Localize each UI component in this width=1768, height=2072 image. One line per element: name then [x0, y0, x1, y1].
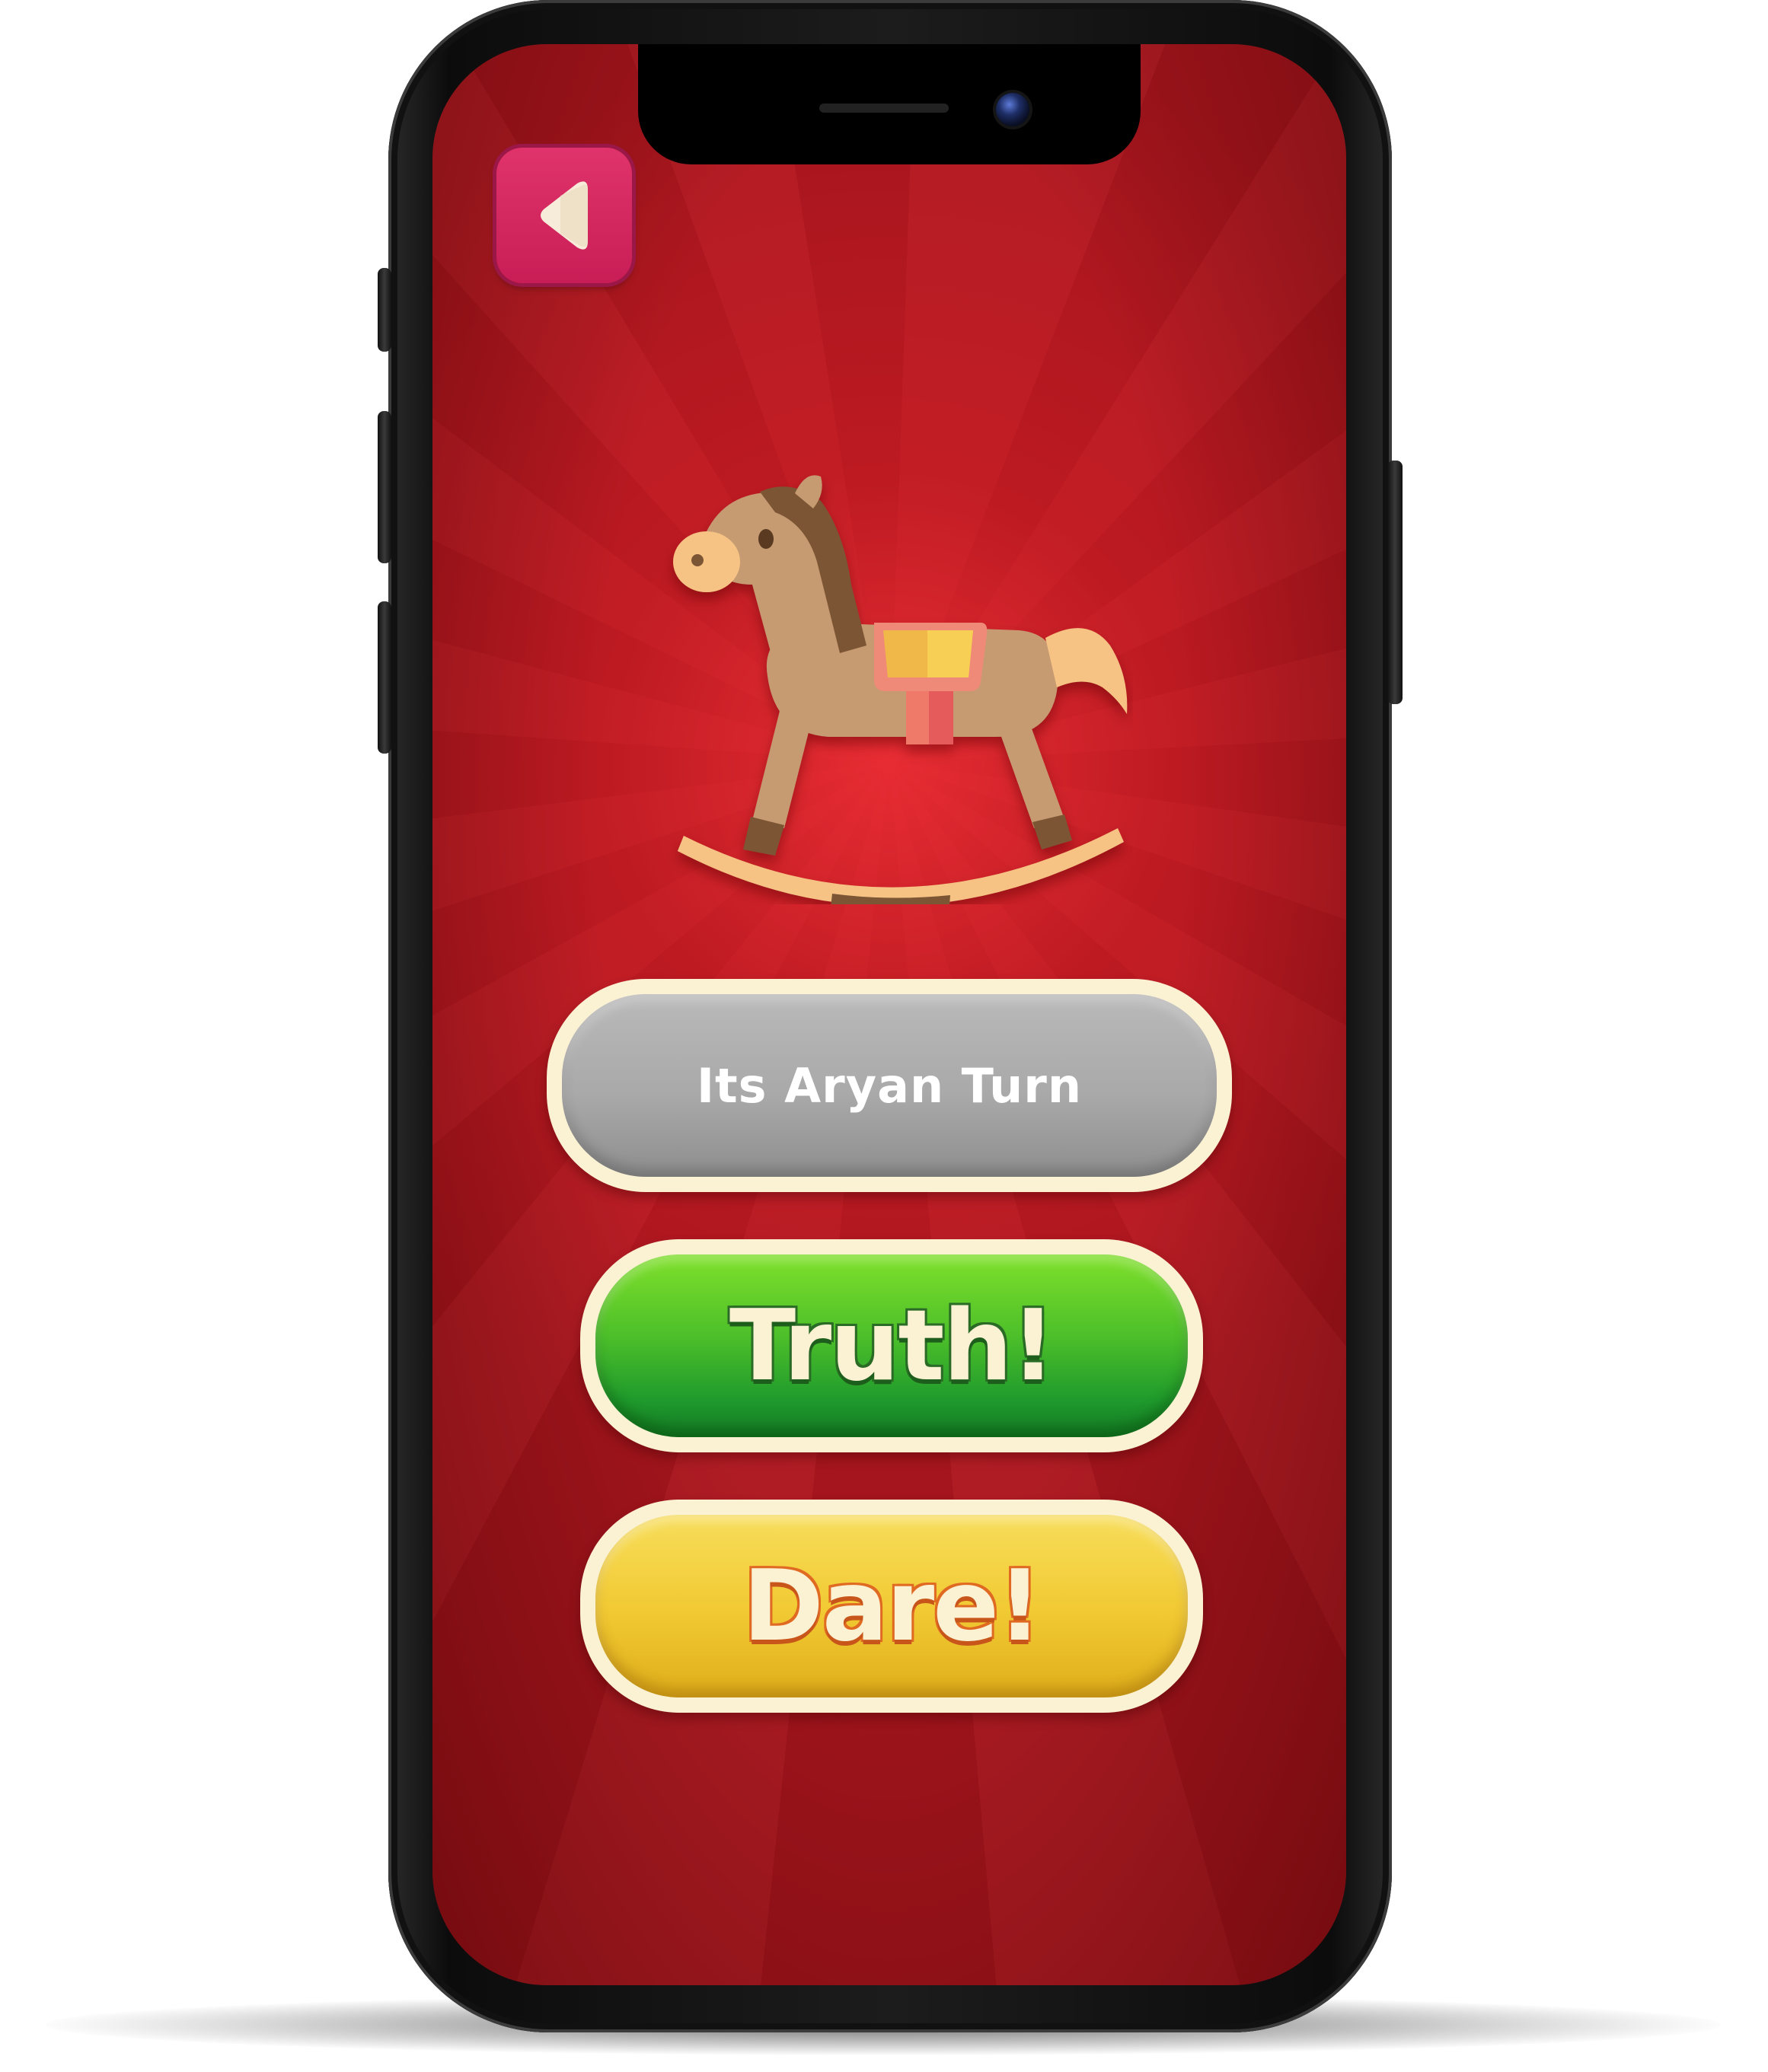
truth-button[interactable]: Truth! — [580, 1239, 1203, 1452]
rocking-horse-icon — [673, 475, 1128, 904]
back-arrow-icon — [541, 181, 588, 250]
game-screen: Its Aryan Turn Truth! Dare! — [432, 44, 1346, 1985]
truth-button-face[interactable]: Truth! — [595, 1254, 1188, 1437]
turn-indicator: Its Aryan Turn — [547, 979, 1232, 1192]
front-camera — [996, 93, 1029, 126]
back-button[interactable] — [496, 148, 632, 283]
turn-indicator-face: Its Aryan Turn — [562, 994, 1217, 1177]
notch — [638, 44, 1141, 164]
dare-button-face[interactable]: Dare! — [595, 1515, 1188, 1697]
volume-up-button — [378, 411, 391, 563]
power-button — [1387, 461, 1403, 704]
volume-down-button — [378, 601, 391, 754]
dare-button[interactable]: Dare! — [580, 1500, 1203, 1713]
speaker-grille — [819, 104, 949, 113]
dare-button-label: Dare! — [742, 1549, 1042, 1663]
silent-switch — [378, 268, 391, 352]
turn-text: Its Aryan Turn — [696, 1057, 1083, 1114]
truth-button-label: Truth! — [729, 1289, 1055, 1403]
